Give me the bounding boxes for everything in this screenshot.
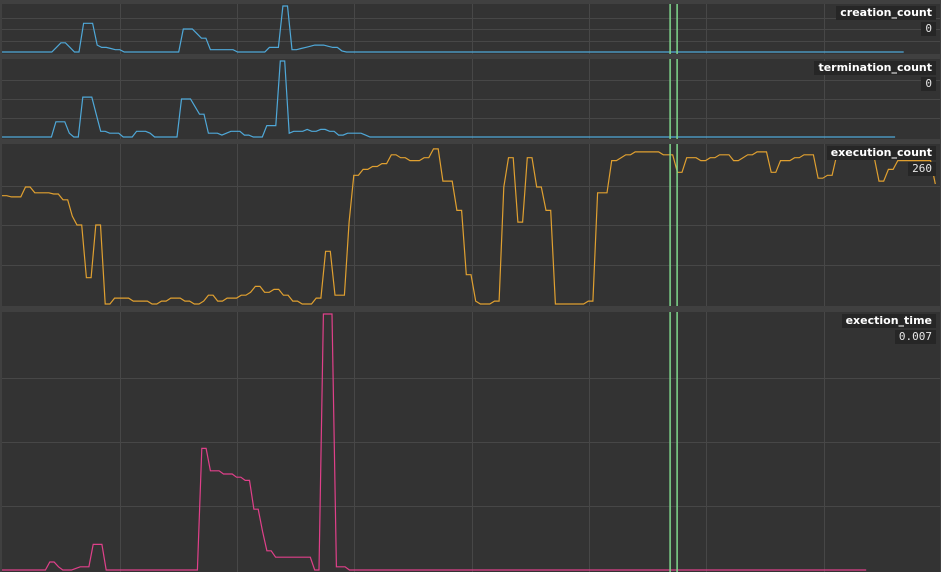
creation-count-title: creation_count [836,6,936,20]
creation-count-value: 0 [921,22,936,36]
creation-count-plot [2,4,940,54]
execution-count-title: execution_count [826,146,936,160]
exection-time-panel[interactable]: exection_time 0.007 [2,312,940,572]
termination-count-plot [2,59,940,139]
creation-count-panel[interactable]: creation_count 0 [2,4,940,54]
exection-time-plot [2,312,940,572]
execution-count-value: 260 [908,162,936,176]
termination-count-title: termination_count [814,61,936,75]
exection-time-value: 0.007 [894,330,936,344]
termination-count-value: 0 [921,77,936,91]
execution-count-series-line [2,148,936,305]
execution-count-plot [2,144,940,306]
exection-time-title: exection_time [841,314,936,328]
execution-count-panel[interactable]: execution_count 260 [2,144,940,306]
termination-count-panel[interactable]: termination_count 0 [2,59,940,139]
